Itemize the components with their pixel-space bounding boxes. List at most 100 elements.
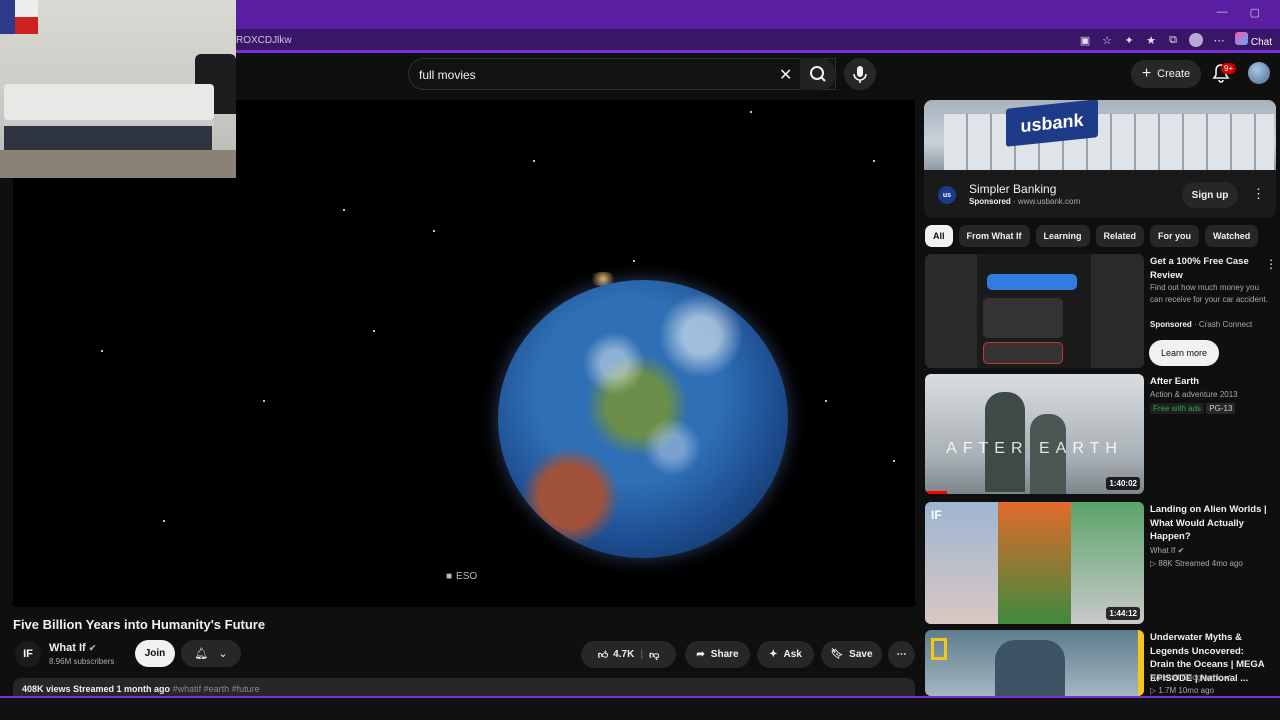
- hashtags[interactable]: #whatif #earth #future: [173, 684, 260, 694]
- join-button[interactable]: Join: [135, 640, 175, 667]
- more-actions-button[interactable]: ⋯: [888, 641, 915, 668]
- minimize-button[interactable]: —: [1217, 6, 1228, 19]
- collections-icon[interactable]: ⧉: [1167, 34, 1179, 47]
- learn-more-button[interactable]: Learn more: [1149, 340, 1219, 366]
- star: [633, 260, 635, 262]
- profile-avatar[interactable]: [1189, 33, 1204, 47]
- rating-badge: PG-13: [1206, 403, 1236, 414]
- earth-planet: [498, 280, 788, 558]
- view-stats: 408K views Streamed 1 month ago: [22, 684, 171, 694]
- chip-watched[interactable]: Watched: [1205, 225, 1259, 247]
- movie-thumbnail[interactable]: AFTER EARTH 1:40:02: [925, 374, 1144, 494]
- thumbs-down-icon[interactable]: 👎︎: [649, 649, 659, 661]
- recommendation-video[interactable]: IF 1:44:12 Landing on Alien Worlds | Wha…: [925, 502, 1275, 624]
- chat-button[interactable]: Chat: [1235, 32, 1272, 48]
- channel-name-text[interactable]: What If: [49, 642, 86, 654]
- search-button[interactable]: [800, 58, 836, 90]
- star: [873, 160, 875, 162]
- free-with-ads-badge: Free with ads: [1150, 403, 1205, 414]
- favorites-icon[interactable]: ★: [1145, 34, 1157, 47]
- channel-name[interactable]: What If: [1150, 546, 1175, 555]
- webcam-overlay: [0, 0, 236, 178]
- voice-search-button[interactable]: [844, 58, 876, 90]
- ad-banner-image[interactable]: usbank: [924, 100, 1276, 170]
- yellow-border: [1138, 630, 1144, 696]
- rec-channel[interactable]: What If ✔: [1150, 545, 1270, 557]
- video-title: Five Billion Years into Humanity's Futur…: [13, 617, 266, 632]
- channel-name[interactable]: National Geographic: [1150, 673, 1223, 682]
- camera-icon: ■: [446, 571, 453, 582]
- sponsored-ad-card[interactable]: usbank us Simpler Banking Sponsored · ww…: [924, 100, 1276, 218]
- url-text[interactable]: ROXCDJlkw: [236, 35, 292, 46]
- ad-menu-icon[interactable]: ⋮: [1252, 186, 1265, 202]
- subscription-button[interactable]: 🔔︎ ⌄: [181, 640, 241, 667]
- description-box[interactable]: 408K views Streamed 1 month ago #whatif …: [13, 678, 915, 698]
- more-icon[interactable]: ⋯: [1213, 34, 1225, 47]
- rec-channel[interactable]: National Geographic ✔: [1150, 672, 1270, 684]
- create-label: Create: [1157, 68, 1191, 80]
- reader-icon[interactable]: ▣: [1079, 34, 1091, 47]
- chip-learning[interactable]: Learning: [1035, 225, 1090, 247]
- thumbs-up-icon: 👍︎: [597, 649, 609, 661]
- window-controls: — ▢: [1217, 6, 1260, 19]
- phone-screenshot: [977, 254, 1091, 368]
- star: [750, 111, 752, 113]
- chip-from-channel[interactable]: From What If: [958, 225, 1030, 247]
- sponsored-label: Sponsored: [969, 197, 1011, 206]
- chevron-down-icon: ⌄: [218, 648, 228, 660]
- ask-button[interactable]: ✦ Ask: [757, 641, 814, 668]
- channel-avatar[interactable]: IF: [15, 641, 41, 667]
- search-query[interactable]: full movies: [419, 68, 476, 82]
- channel-watermark: IF: [931, 508, 942, 522]
- star: [263, 400, 265, 402]
- rec-menu-icon[interactable]: ⋮: [1265, 257, 1277, 271]
- rec-description: Find out how much money you can receive …: [1150, 283, 1268, 304]
- ask-label: Ask: [783, 649, 802, 660]
- create-button[interactable]: + Create: [1131, 60, 1201, 88]
- video-thumbnail[interactable]: [925, 630, 1144, 696]
- screen: — ▢ ROXCDJlkw ▣ ☆ ✦ ★ ⧉ ⋯ Chat full movi…: [0, 0, 1280, 720]
- recommendation-movie[interactable]: AFTER EARTH 1:40:02 After Earth Action &…: [925, 374, 1275, 494]
- duration-badge: 1:44:12: [1106, 607, 1140, 620]
- rec-sponsored-line: Sponsored · Crash Connect: [1150, 319, 1270, 331]
- bed-base: [4, 126, 212, 150]
- notification-badge: 9+: [1221, 63, 1237, 74]
- chip-related[interactable]: Related: [1095, 225, 1145, 247]
- advertiser-name: · Crash Connect: [1191, 320, 1253, 329]
- rec-title[interactable]: Landing on Alien Worlds | What Would Act…: [1150, 503, 1268, 544]
- chip-for-you[interactable]: For you: [1150, 225, 1200, 247]
- like-button[interactable]: 👍︎ 4.7K: [598, 649, 635, 661]
- advertiser-logo[interactable]: us: [938, 186, 956, 204]
- save-button[interactable]: 🔖︎ Save: [821, 641, 882, 668]
- share-button[interactable]: ➦ Share: [685, 641, 750, 668]
- chip-all[interactable]: All: [925, 225, 953, 247]
- duration-badge: 1:40:02: [1106, 477, 1140, 490]
- watermark-label: ESO: [456, 571, 478, 582]
- rec-title[interactable]: After Earth: [1150, 375, 1268, 389]
- recommendation-video[interactable]: Underwater Myths & Legends Uncovered: Dr…: [925, 630, 1275, 696]
- account-avatar[interactable]: [1248, 62, 1270, 84]
- clear-search-icon[interactable]: ✕: [779, 65, 792, 85]
- filter-chips: All From What If Learning Related For yo…: [925, 225, 1259, 247]
- sponsored-thumbnail[interactable]: [925, 254, 1144, 368]
- video-thumbnail[interactable]: IF 1:44:12: [925, 502, 1144, 624]
- subscriber-count: 8.96M subscribers: [49, 657, 115, 666]
- save-label: Save: [849, 649, 873, 660]
- recommendation-sponsored[interactable]: Get a 100% Free Case Review Find out how…: [925, 254, 1277, 370]
- signup-button[interactable]: Sign up: [1182, 182, 1238, 208]
- extensions-icon[interactable]: ✦: [1123, 34, 1135, 47]
- sparkle-icon: ✦: [769, 649, 778, 660]
- chat-bubble: [983, 342, 1063, 364]
- bookmark-icon: 🔖︎: [830, 649, 844, 660]
- ad-title[interactable]: Simpler Banking: [969, 182, 1056, 196]
- rec-stats: ▷ 1.7M 10mo ago: [1150, 686, 1214, 695]
- star-icon[interactable]: ☆: [1101, 34, 1113, 47]
- progress-bar: [925, 491, 947, 494]
- microphone-icon: [853, 66, 867, 83]
- channel-name[interactable]: What If ✔: [49, 642, 96, 654]
- maximize-button[interactable]: ▢: [1250, 6, 1260, 19]
- search-input[interactable]: full movies ✕: [408, 58, 836, 90]
- shipwreck: [995, 640, 1065, 696]
- star: [163, 520, 165, 522]
- rec-title[interactable]: Get a 100% Free Case Review: [1150, 255, 1268, 282]
